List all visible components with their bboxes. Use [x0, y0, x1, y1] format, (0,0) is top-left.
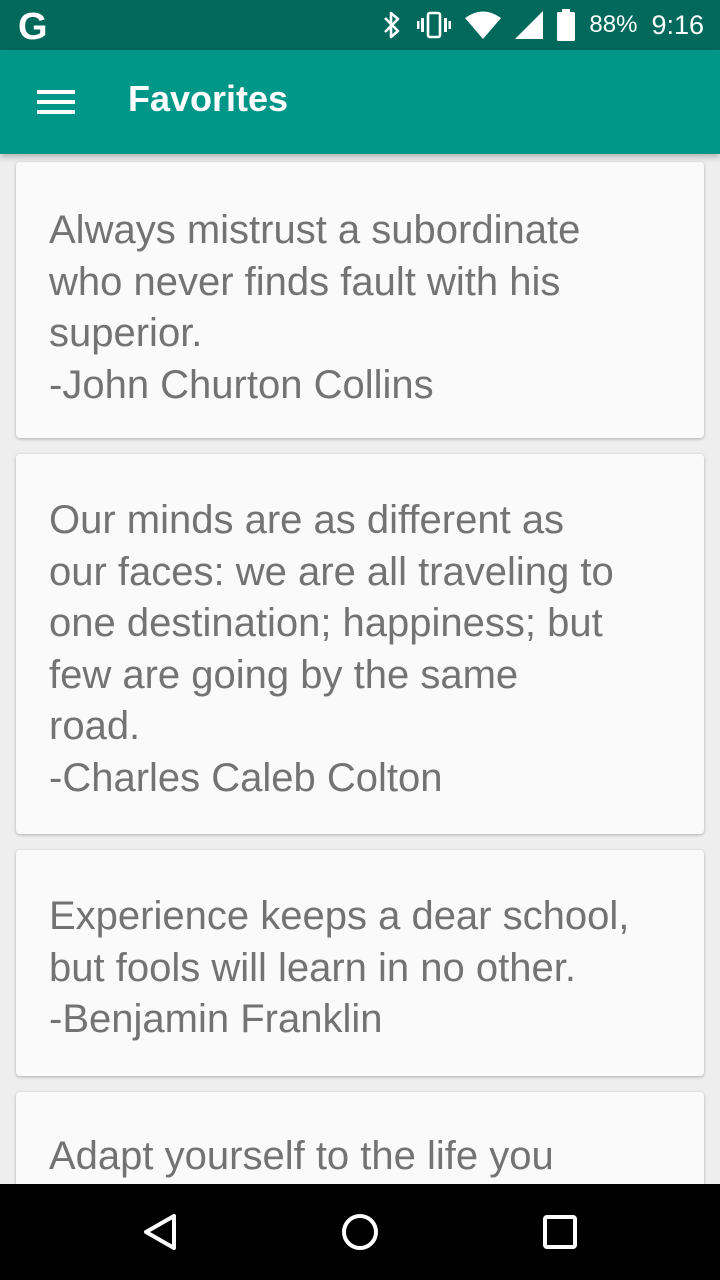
back-triangle-icon[interactable] — [120, 1202, 200, 1262]
page-title: Favorites — [128, 78, 289, 119]
quote-card[interactable]: Adapt yourself to the life you — [16, 1092, 704, 1184]
quote-card[interactable]: Our minds are as different as our faces:… — [16, 454, 704, 834]
battery-icon — [557, 9, 576, 41]
status-icons: 88% 9:16 — [381, 0, 704, 50]
hamburger-menu-icon[interactable] — [22, 72, 90, 132]
vibrate-icon — [417, 10, 452, 40]
quote-text: Adapt yourself to the life you — [49, 1134, 554, 1178]
app-bar: Favorites — [0, 50, 720, 154]
quote-text: Always mistrust a subordinate who never … — [49, 208, 581, 407]
quote-card[interactable]: Always mistrust a subordinate who never … — [16, 162, 704, 438]
cell-signal-icon — [515, 11, 544, 39]
battery-percent: 88% — [589, 11, 638, 38]
recents-square-icon[interactable] — [520, 1202, 600, 1262]
quote-text: Our minds are as different as our faces:… — [49, 498, 614, 800]
bluetooth-icon — [381, 10, 403, 40]
google-g-icon: G — [18, 6, 48, 48]
home-circle-icon[interactable] — [320, 1202, 400, 1262]
clock: 9:16 — [651, 9, 704, 40]
quote-list[interactable]: Always mistrust a subordinate who never … — [0, 154, 720, 1184]
wifi-icon — [465, 11, 502, 39]
navigation-bar — [0, 1184, 720, 1280]
quote-text: Experience keeps a dear school, but fool… — [49, 894, 630, 1041]
quote-card[interactable]: Experience keeps a dear school, but fool… — [16, 850, 704, 1076]
status-bar: G 88% 9:16 — [0, 0, 720, 50]
